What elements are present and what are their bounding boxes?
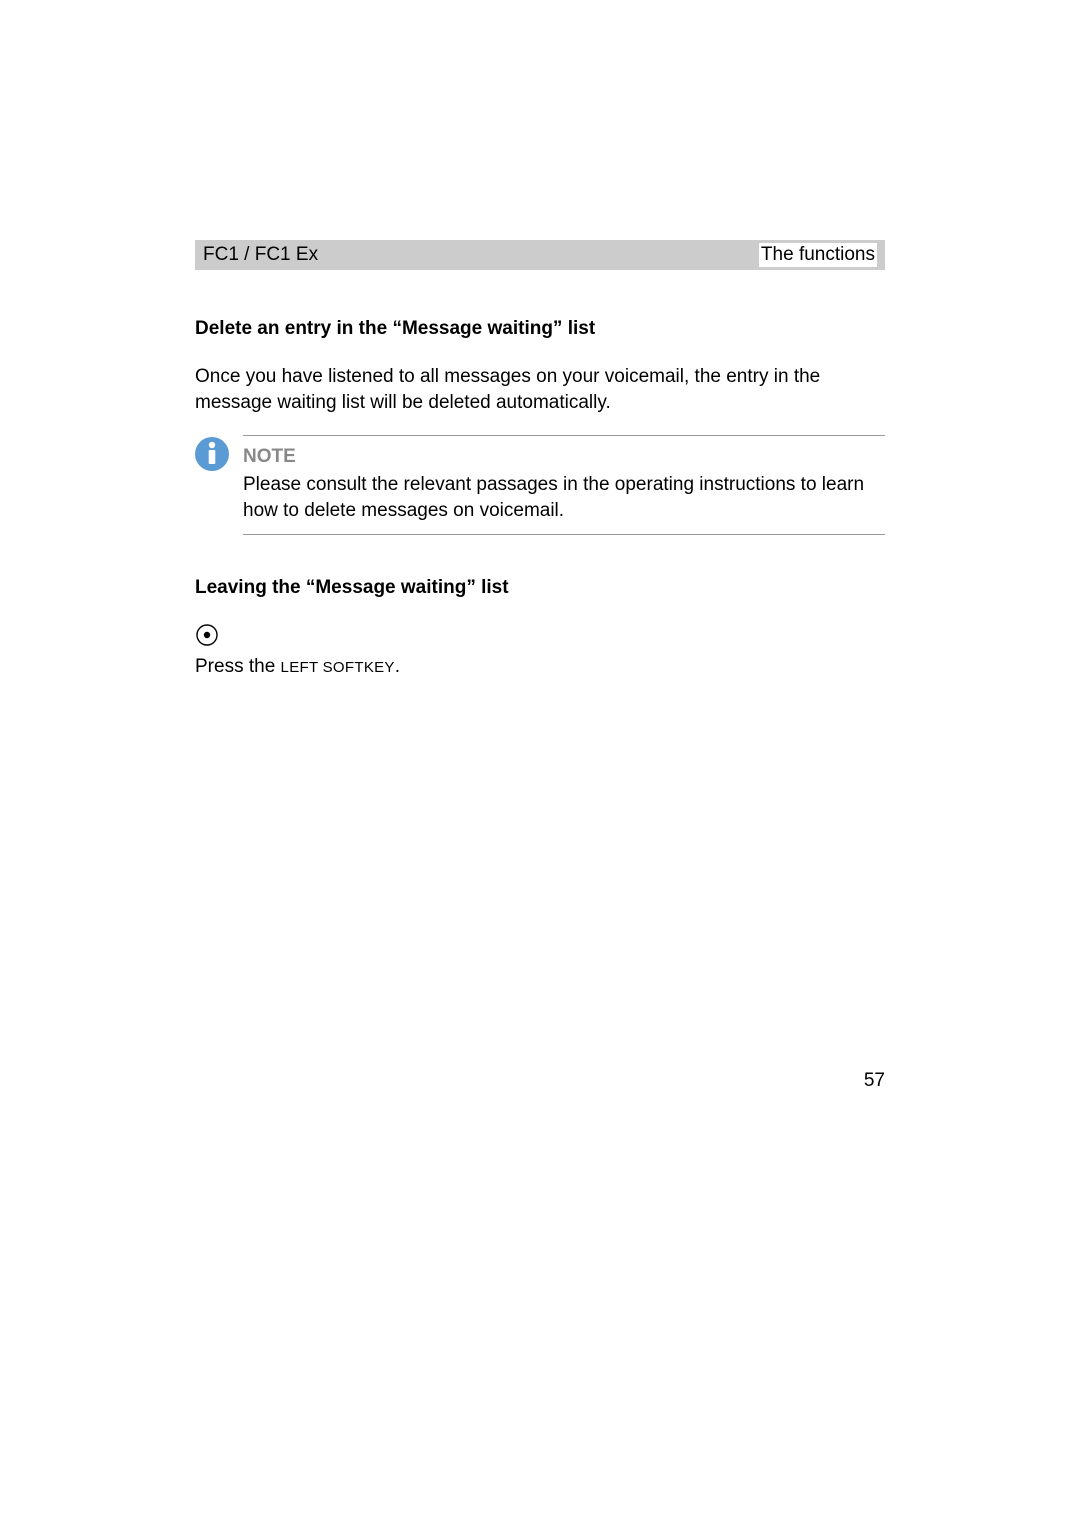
softkey-dot-icon: [195, 623, 885, 652]
page-header-bar: FC1 / FC1 Ex The functions: [195, 240, 885, 270]
heading-delete-entry: Delete an entry in the “Message waiting”…: [195, 318, 885, 340]
softkey-suffix: .: [395, 656, 400, 677]
note-label: NOTE: [243, 446, 885, 468]
softkey-key: LEFT SOFTKEY: [281, 659, 395, 676]
heading-leaving-list: Leaving the “Message waiting” list: [195, 577, 885, 599]
softkey-prefix: Press the: [195, 656, 281, 677]
page-content: FC1 / FC1 Ex The functions Delete an ent…: [195, 240, 885, 678]
note-content: NOTE Please consult the relevant passage…: [243, 435, 885, 534]
softkey-instruction: Press the LEFT SOFTKEY.: [195, 656, 885, 678]
paragraph-delete-entry: Once you have listened to all messages o…: [195, 364, 885, 415]
note-text: Please consult the relevant passages in …: [243, 472, 885, 523]
page-number: 57: [864, 1070, 885, 1092]
header-section: The functions: [759, 243, 877, 267]
header-product: FC1 / FC1 Ex: [203, 244, 318, 266]
note-block: NOTE Please consult the relevant passage…: [195, 435, 885, 534]
info-icon: [195, 437, 229, 476]
